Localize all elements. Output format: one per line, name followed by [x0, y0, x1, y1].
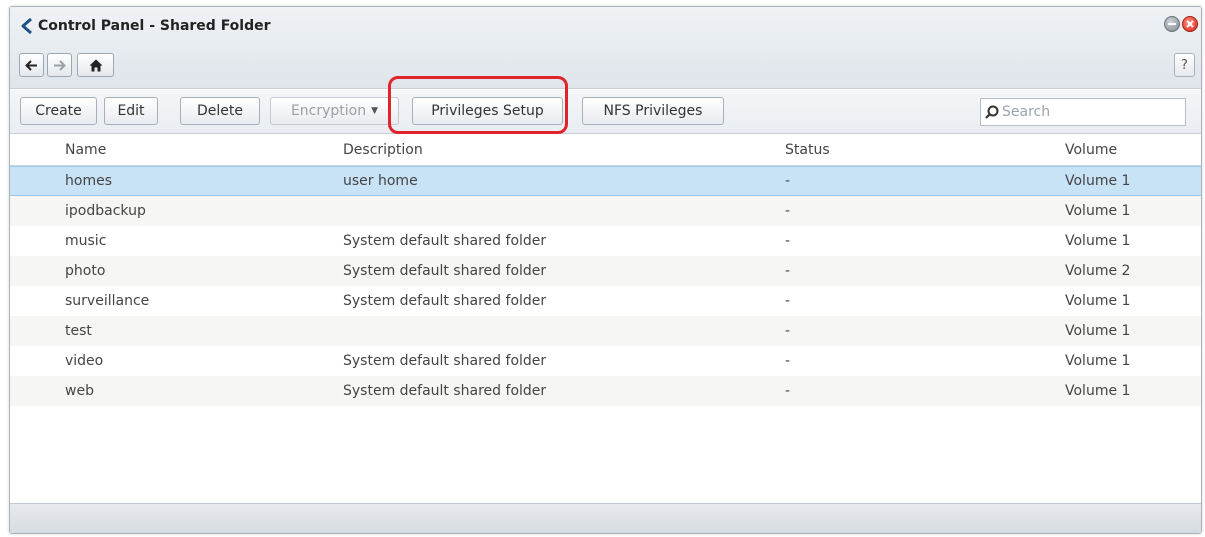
cell-name: homes: [65, 173, 112, 189]
cell-description: System default shared folder: [343, 383, 547, 399]
cell-status: -: [785, 323, 791, 339]
window-title: Control Panel - Shared Folder: [38, 18, 271, 34]
cell-volume: Volume 1: [1065, 173, 1131, 189]
table-row[interactable]: homes user home - Volume 1: [10, 166, 1201, 196]
table-row[interactable]: photo System default shared folder - Vol…: [10, 256, 1201, 286]
cell-description: System default shared folder: [343, 293, 547, 309]
privileges-setup-button[interactable]: Privileges Setup: [412, 97, 563, 125]
cell-name: ipodbackup: [65, 203, 146, 219]
table-row[interactable]: video System default shared folder - Vol…: [10, 346, 1201, 376]
search-icon: [985, 105, 999, 119]
table-header: Name Description Status Volume: [10, 135, 1201, 166]
dropdown-caret-icon: ▼: [371, 106, 379, 116]
help-button[interactable]: ?: [1174, 53, 1195, 77]
encryption-label: Encryption: [290, 103, 367, 119]
delete-button[interactable]: Delete: [180, 97, 260, 125]
cell-name: surveillance: [65, 293, 150, 309]
cell-volume: Volume 1: [1065, 293, 1131, 309]
column-header-name[interactable]: Name: [65, 135, 106, 165]
column-header-volume[interactable]: Volume: [1065, 135, 1117, 165]
cell-status: -: [785, 263, 791, 279]
arrow-right-icon: [54, 59, 66, 71]
cell-volume: Volume 1: [1065, 233, 1131, 249]
create-button[interactable]: Create: [20, 97, 97, 125]
cell-name: web: [65, 383, 94, 399]
table-row[interactable]: ipodbackup - Volume 1: [10, 196, 1201, 226]
cell-volume: Volume 1: [1065, 323, 1131, 339]
forward-button[interactable]: [47, 53, 72, 77]
toolbar: Create Edit Delete Encryption ▼ Privileg…: [10, 90, 1201, 134]
back-button[interactable]: [19, 53, 44, 77]
cell-name: photo: [65, 263, 106, 279]
cell-volume: Volume 1: [1065, 203, 1131, 219]
cell-status: -: [785, 383, 791, 399]
cell-description: System default shared folder: [343, 353, 547, 369]
cell-status: -: [785, 203, 791, 219]
cell-description: user home: [343, 173, 418, 189]
home-icon: [89, 59, 102, 71]
cell-name: test: [65, 323, 92, 339]
cell-name: video: [65, 353, 104, 369]
cell-status: -: [785, 293, 791, 309]
column-header-description[interactable]: Description: [343, 135, 423, 165]
home-button[interactable]: [77, 53, 114, 77]
cell-status: -: [785, 233, 791, 249]
cell-volume: Volume 1: [1065, 353, 1131, 369]
window-title-area: Control Panel - Shared Folder: [19, 15, 271, 37]
cell-volume: Volume 1: [1065, 383, 1131, 399]
minimize-icon[interactable]: [1164, 16, 1180, 32]
cell-name: music: [65, 233, 107, 249]
table-row[interactable]: surveillance System default shared folde…: [10, 286, 1201, 316]
control-panel-window: Control Panel - Shared Folder ? Create E…: [9, 6, 1202, 534]
arrow-left-icon: [25, 59, 37, 71]
nfs-privileges-button[interactable]: NFS Privileges: [582, 97, 724, 125]
control-panel-icon: [19, 17, 35, 35]
encryption-dropdown[interactable]: Encryption ▼: [270, 97, 399, 125]
status-bar: [10, 503, 1201, 533]
table-row[interactable]: test - Volume 1: [10, 316, 1201, 346]
table-row[interactable]: web System default shared folder - Volum…: [10, 376, 1201, 406]
cell-status: -: [785, 353, 791, 369]
search-input[interactable]: [1002, 104, 1172, 120]
column-header-status[interactable]: Status: [785, 135, 830, 165]
search-box[interactable]: [980, 98, 1186, 126]
edit-button[interactable]: Edit: [104, 97, 158, 125]
table-row[interactable]: music System default shared folder - Vol…: [10, 226, 1201, 256]
close-icon[interactable]: [1182, 16, 1198, 32]
cell-volume: Volume 2: [1065, 263, 1131, 279]
cell-description: System default shared folder: [343, 263, 547, 279]
cell-status: -: [785, 173, 791, 189]
cell-description: System default shared folder: [343, 233, 547, 249]
title-bar: Control Panel - Shared Folder ?: [10, 7, 1201, 89]
shared-folder-table: Name Description Status Volume homes use…: [10, 135, 1201, 406]
